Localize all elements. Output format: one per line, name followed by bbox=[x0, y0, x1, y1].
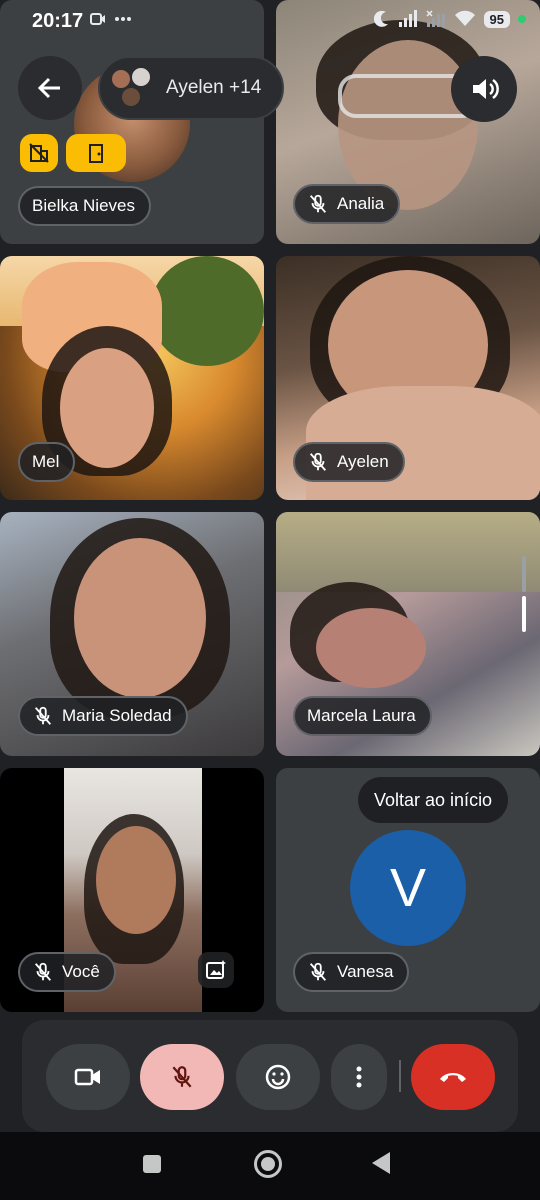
system-back-button[interactable] bbox=[372, 1152, 390, 1174]
face-shape bbox=[96, 826, 176, 934]
participant-tile-marcela-laura[interactable]: Marcela Laura bbox=[276, 512, 540, 756]
participant-name-label: Bielka Nieves bbox=[18, 186, 151, 226]
back-to-start-tooltip[interactable]: Voltar ao início bbox=[358, 777, 509, 823]
avatar bbox=[120, 86, 142, 108]
visual-effects-button[interactable] bbox=[198, 952, 234, 988]
camera-button[interactable] bbox=[46, 1044, 130, 1110]
battery-icon: 95 bbox=[483, 10, 510, 28]
mic-off-icon bbox=[309, 962, 327, 981]
call-controls bbox=[22, 1020, 518, 1132]
microphone-button[interactable] bbox=[140, 1044, 224, 1110]
back-button[interactable] bbox=[18, 56, 82, 120]
signal-x-icon bbox=[426, 10, 445, 27]
mic-off-icon bbox=[309, 194, 327, 213]
status-bar: 20:17 95 bbox=[0, 0, 540, 44]
participant-name-label: Você bbox=[18, 952, 116, 992]
signal-icon bbox=[398, 10, 417, 27]
avatar: V bbox=[350, 830, 466, 946]
tree-shape bbox=[150, 256, 264, 366]
volume-icon bbox=[473, 78, 499, 100]
participant-name-label: Ayelen bbox=[293, 442, 405, 482]
mic-off-icon bbox=[34, 706, 52, 725]
arrow-left-icon bbox=[37, 77, 60, 99]
scrollbar-thumb[interactable] bbox=[522, 596, 526, 632]
participant-name-label: Vanesa bbox=[293, 952, 410, 992]
wifi-icon bbox=[454, 10, 475, 26]
status-time: 20:17 bbox=[32, 10, 84, 32]
participant-tile-maria-soledad[interactable]: Maria Soledad bbox=[0, 512, 264, 756]
more-dots-icon bbox=[115, 17, 131, 21]
system-navigation-bar bbox=[0, 1132, 540, 1200]
recent-apps-button[interactable] bbox=[143, 1155, 161, 1173]
participant-tile-ayelen[interactable]: Ayelen bbox=[276, 256, 540, 500]
emoji-icon bbox=[265, 1064, 291, 1090]
participant-name-label: Maria Soledad bbox=[18, 696, 188, 736]
building-off-icon bbox=[29, 143, 49, 163]
video-recording-icon bbox=[90, 13, 105, 25]
avatar bbox=[130, 66, 152, 88]
participant-name-label: Marcela Laura bbox=[293, 696, 432, 736]
image-sparkle-icon bbox=[206, 960, 226, 979]
mic-off-icon bbox=[172, 1066, 192, 1088]
hangup-button[interactable] bbox=[411, 1044, 495, 1110]
mic-off-icon bbox=[34, 962, 52, 981]
camera-icon bbox=[74, 1068, 100, 1086]
participants-label: Ayelen +14 bbox=[166, 77, 262, 98]
face-shape bbox=[60, 348, 154, 468]
no-video-badge bbox=[20, 134, 58, 172]
privacy-indicator bbox=[518, 15, 526, 23]
wall-background bbox=[276, 512, 540, 592]
reactions-button[interactable] bbox=[236, 1044, 320, 1110]
participants-button[interactable]: Ayelen +14 bbox=[98, 56, 284, 120]
more-options-button[interactable] bbox=[331, 1044, 387, 1110]
hangup-icon bbox=[440, 1073, 466, 1082]
moon-icon bbox=[373, 10, 388, 27]
status-right-icons: 95 bbox=[373, 10, 526, 28]
face-shape bbox=[74, 538, 206, 698]
scrollbar-track[interactable] bbox=[522, 556, 526, 592]
face-shape bbox=[316, 608, 426, 688]
more-vert-icon bbox=[356, 1066, 362, 1088]
participant-avatars bbox=[108, 64, 156, 112]
mic-off-icon bbox=[309, 452, 327, 471]
status-left-icons bbox=[90, 12, 132, 26]
door-badge bbox=[66, 134, 126, 172]
speaker-button[interactable] bbox=[451, 56, 517, 122]
home-button[interactable] bbox=[254, 1150, 282, 1178]
participant-name-label: Mel bbox=[18, 442, 76, 482]
divider bbox=[399, 1060, 401, 1092]
participant-tile-mel[interactable]: Mel bbox=[0, 256, 264, 500]
participant-name-label: Analia bbox=[293, 184, 401, 224]
door-icon bbox=[89, 144, 103, 163]
